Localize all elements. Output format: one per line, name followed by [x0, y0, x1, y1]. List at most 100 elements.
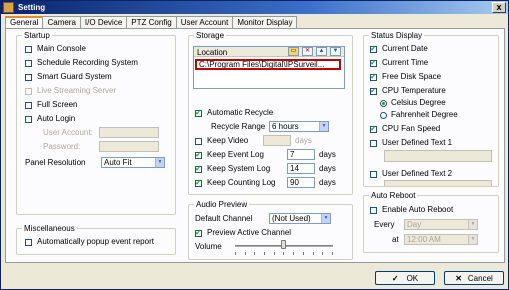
panel-resolution-select[interactable]: Auto Fit ▼ [101, 157, 165, 168]
preview-active-checkbox[interactable] [195, 228, 202, 238]
keep-counting-option[interactable]: Keep Counting Log [195, 178, 276, 188]
misc-title: Miscellaneous [22, 224, 77, 233]
keep-counting-input[interactable]: 90 [287, 177, 315, 188]
celsius-option[interactable]: Celsius Degree [380, 98, 446, 108]
free-disk-checkbox[interactable] [370, 72, 377, 82]
cross-icon: ✕ [455, 273, 462, 283]
auto-login-option[interactable]: Auto Login [25, 114, 75, 124]
cpu-fan-option[interactable]: CPU Fan Speed [370, 124, 440, 134]
keep-counting-label: Keep Counting Log [207, 178, 276, 187]
free-disk-label: Free Disk Space [382, 72, 442, 81]
location-path: C:\Program Files\Digital\IPSurveil... [199, 60, 325, 69]
user-text1-checkbox[interactable] [370, 139, 377, 147]
auto-login-label: Auto Login [37, 114, 76, 123]
every-value: Day [407, 220, 422, 229]
free-disk-option[interactable]: Free Disk Space [370, 72, 441, 82]
down-icon[interactable]: ▼ [330, 47, 341, 56]
at-label: at [392, 235, 399, 244]
fahrenheit-option[interactable]: Fahrenheit Degree [380, 110, 458, 120]
auto-recycle-option[interactable]: Automatic Recycle [195, 108, 273, 118]
preview-active-option[interactable]: Preview Active Channel [195, 228, 291, 238]
cpu-temp-option[interactable]: CPU Temperature [370, 86, 446, 96]
cpu-fan-checkbox[interactable] [370, 124, 377, 134]
current-date-option[interactable]: Current Date [370, 44, 428, 54]
title-bar[interactable]: Setting x [1, 1, 508, 14]
fahrenheit-radio[interactable] [380, 111, 387, 119]
cpu-fan-label: CPU Fan Speed [382, 124, 441, 133]
full-screen-checkbox[interactable] [25, 101, 32, 109]
tab-camera[interactable]: Camera [42, 16, 81, 28]
close-button[interactable]: x [492, 2, 506, 13]
user-text2-checkbox[interactable] [370, 170, 377, 178]
schedule-recording-checkbox[interactable] [25, 59, 32, 67]
keep-video-option[interactable]: Keep Video [195, 136, 248, 146]
folder-icon[interactable]: ▭ [288, 47, 299, 56]
recycle-range-value: 6 hours [272, 122, 299, 131]
tab-ptz-config[interactable]: PTZ Config [126, 16, 177, 28]
current-time-checkbox[interactable] [370, 58, 377, 68]
live-streaming-option: Live Streaming Server [25, 86, 116, 96]
cancel-button[interactable]: ✕ Cancel [444, 271, 504, 285]
auto-popup-label: Automatically popup event report [37, 237, 154, 246]
celsius-radio[interactable] [380, 99, 387, 107]
current-date-checkbox[interactable] [370, 44, 377, 54]
user-text1-option[interactable]: User Defined Text 1 [370, 138, 452, 148]
smart-guard-option[interactable]: Smart Guard System [25, 72, 112, 82]
auto-reboot-title: Auto Reboot [369, 191, 418, 200]
user-text2-option[interactable]: User Defined Text 2 [370, 169, 452, 179]
keep-system-checkbox[interactable] [195, 164, 202, 174]
tab-user-account[interactable]: User Account [175, 16, 234, 28]
recycle-range-select[interactable]: 6 hours ▼ [269, 121, 329, 132]
tab-io-device[interactable]: I/O Device [79, 16, 128, 28]
every-select: Day ▼ [404, 219, 478, 230]
keep-system-input[interactable]: 14 [287, 163, 315, 174]
main-console-checkbox[interactable] [25, 45, 32, 53]
up-icon[interactable]: ▲ [316, 47, 327, 56]
keep-event-checkbox[interactable] [195, 150, 202, 160]
keep-system-option[interactable]: Keep System Log [195, 164, 270, 174]
volume-label: Volume [195, 242, 222, 251]
auto-popup-option[interactable]: Automatically popup event report [25, 237, 154, 247]
default-channel-select[interactable]: (Not Used) ▼ [269, 213, 331, 224]
cpu-temp-checkbox[interactable] [370, 86, 377, 96]
enable-reboot-checkbox[interactable] [370, 206, 377, 214]
current-date-label: Current Date [382, 44, 428, 53]
current-time-label: Current Time [382, 58, 429, 67]
at-select: 12:00 AM ▼ [404, 234, 478, 245]
tab-monitor-display[interactable]: Monitor Display [232, 16, 298, 28]
main-console-option[interactable]: Main Console [25, 44, 86, 54]
full-screen-option[interactable]: Full Screen [25, 100, 77, 110]
location-header: Location ▭ ✕ ▲ ▼ [194, 47, 344, 57]
enable-reboot-option[interactable]: Enable Auto Reboot [370, 205, 453, 215]
auto-recycle-checkbox[interactable] [195, 108, 202, 118]
auto-popup-checkbox[interactable] [25, 238, 32, 246]
app-icon [3, 2, 14, 13]
recycle-range-label: Recycle Range [211, 122, 266, 131]
window-title: Setting [18, 3, 46, 12]
settings-window: Setting x General Camera I/O Device PTZ … [0, 0, 509, 290]
keep-counting-checkbox[interactable] [195, 178, 202, 188]
schedule-recording-option[interactable]: Schedule Recording System [25, 58, 138, 68]
user-text2-label: User Defined Text 2 [382, 169, 453, 178]
keep-video-label: Keep Video [207, 136, 249, 145]
keep-event-input[interactable]: 7 [287, 149, 315, 160]
volume-slider-thumb[interactable] [281, 240, 286, 249]
preview-active-label: Preview Active Channel [207, 228, 292, 237]
live-streaming-checkbox [25, 87, 32, 95]
location-path-item[interactable]: C:\Program Files\Digital\IPSurveil... [195, 59, 341, 70]
current-time-option[interactable]: Current Time [370, 58, 428, 68]
full-screen-label: Full Screen [37, 100, 78, 109]
delete-icon[interactable]: ✕ [302, 47, 313, 56]
keep-event-option[interactable]: Keep Event Log [195, 150, 264, 160]
status-display-group: Status Display Current Date Current Time… [363, 31, 499, 187]
chevron-down-icon: ▼ [468, 220, 477, 229]
main-console-label: Main Console [37, 44, 86, 53]
default-channel-value: (Not Used) [272, 214, 311, 223]
location-list[interactable]: Location ▭ ✕ ▲ ▼ C:\Program Files\Digita… [193, 46, 345, 89]
keep-event-label: Keep Event Log [207, 150, 264, 159]
smart-guard-checkbox[interactable] [25, 73, 32, 81]
ok-button[interactable]: ✓ OK [375, 271, 435, 285]
general-panel: Startup Main Console Schedule Recording … [5, 28, 505, 263]
auto-login-checkbox[interactable] [25, 115, 32, 123]
keep-video-checkbox[interactable] [195, 137, 202, 145]
